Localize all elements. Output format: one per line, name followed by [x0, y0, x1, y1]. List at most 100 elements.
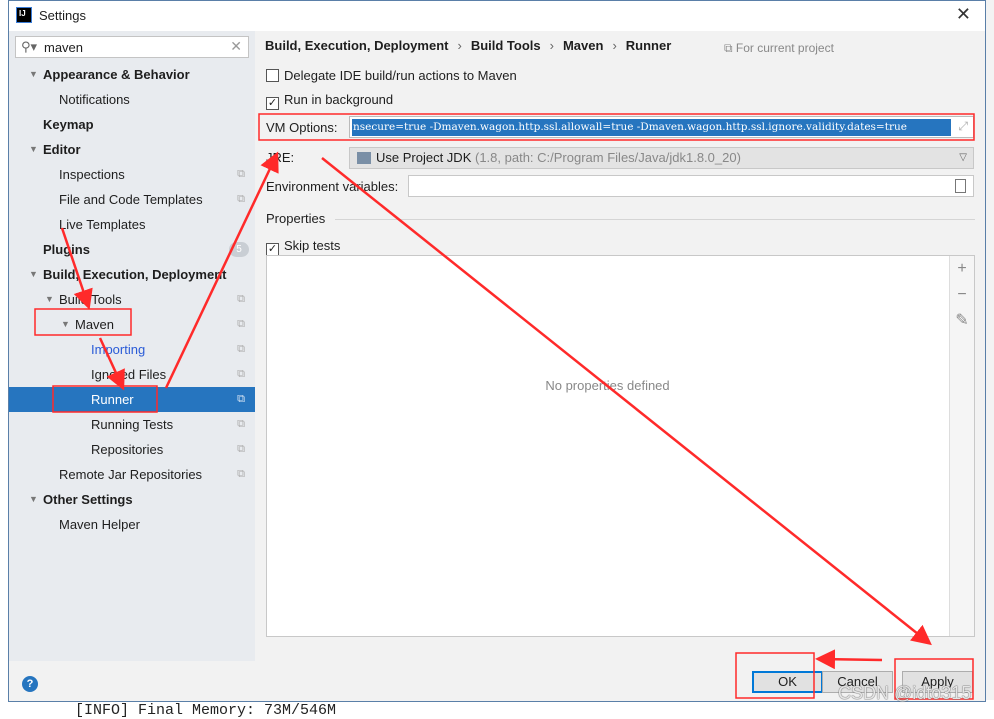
- title-bar: IJ Settings ✕: [9, 1, 985, 31]
- chevron-down-icon[interactable]: ▼: [29, 137, 38, 162]
- tree-item-label: Ignored Files: [91, 367, 167, 382]
- empty-text: No properties defined: [545, 378, 670, 393]
- chevron-down-icon[interactable]: ▼: [29, 262, 38, 287]
- tree-item-label: Remote Jar Repositories: [59, 467, 203, 482]
- edit-list-icon[interactable]: [955, 179, 966, 193]
- tree-item-label: Build Tools: [59, 292, 122, 307]
- tree-item-keymap[interactable]: Keymap: [9, 112, 255, 137]
- vm-options-input[interactable]: nsecure=true -Dmaven.wagon.http.ssl.allo…: [349, 116, 974, 138]
- add-icon[interactable]: +: [950, 256, 974, 282]
- breadcrumb-item: Build Tools: [470, 38, 541, 53]
- copy-icon: ⧉: [237, 368, 245, 380]
- tree-item-label: Runner: [91, 392, 134, 407]
- tree-item-label: Other Settings: [43, 492, 133, 507]
- tree-item-label: Notifications: [59, 92, 130, 107]
- tree-item-importing[interactable]: Importing ⧉: [9, 337, 255, 362]
- tree-item-runner[interactable]: Runner ⧉: [9, 387, 255, 412]
- tree-item-live-templates[interactable]: Live Templates: [9, 212, 255, 237]
- vm-options-value: nsecure=true -Dmaven.wagon.http.ssl.allo…: [352, 119, 951, 136]
- tree-item-notifications[interactable]: Notifications: [9, 87, 255, 112]
- scope-label: ⧉ For current project: [724, 41, 834, 55]
- tree-item-other-settings[interactable]: ▼ Other Settings: [9, 487, 255, 512]
- run-in-background-checkbox[interactable]: ✓ Run in background: [266, 92, 393, 110]
- tree-item-running-tests[interactable]: Running Tests ⧉: [9, 412, 255, 437]
- chevron-down-icon: ▽: [959, 152, 967, 163]
- tree-item-repositories[interactable]: Repositories ⧉: [9, 437, 255, 462]
- tree-item-remote-jar-repositories[interactable]: Remote Jar Repositories ⧉: [9, 462, 255, 487]
- tree-item-label: Plugins: [43, 242, 90, 257]
- copy-icon: ⧉: [237, 393, 245, 405]
- chevron-down-icon[interactable]: ▼: [29, 62, 38, 87]
- tree-item-plugins[interactable]: Plugins 5: [9, 237, 255, 262]
- tree-item-ignored-files[interactable]: Ignored Files ⧉: [9, 362, 255, 387]
- tree-item-build-tools[interactable]: ▼ Build Tools ⧉: [9, 287, 255, 312]
- tree-item-label: Editor: [43, 142, 81, 157]
- folder-icon: [357, 152, 371, 164]
- background-window: [986, 0, 994, 710]
- checkbox-icon: ✓: [266, 97, 279, 110]
- chevron-down-icon[interactable]: ▼: [29, 487, 38, 512]
- tree-item-inspections[interactable]: Inspections ⧉: [9, 162, 255, 187]
- settings-search-input[interactable]: ⚲▾ maven ✕: [15, 36, 249, 58]
- help-button[interactable]: ?: [22, 676, 38, 692]
- breadcrumb-item: Runner: [625, 38, 672, 53]
- properties-toolbar: + − ✎: [949, 256, 974, 636]
- breadcrumb-item: Build, Execution, Deployment: [265, 38, 449, 53]
- chevron-down-icon[interactable]: ▼: [45, 287, 54, 312]
- remove-icon[interactable]: −: [950, 282, 974, 308]
- tree-item-file-and-code-templates[interactable]: File and Code Templates ⧉: [9, 187, 255, 212]
- copy-icon: ⧉: [724, 41, 736, 55]
- tree-item-label: Repositories: [91, 442, 164, 457]
- tree-item-maven[interactable]: ▼ Maven ⧉: [9, 312, 255, 337]
- tree-item-label: File and Code Templates: [59, 192, 203, 207]
- breadcrumb: Build, Execution, Deployment › Build Tools…: [265, 38, 672, 53]
- tree-item-label: Running Tests: [91, 417, 174, 432]
- copy-icon: ⧉: [237, 418, 245, 430]
- env-vars-input[interactable]: [408, 175, 974, 197]
- copy-icon: ⧉: [237, 443, 245, 455]
- vm-options-label: VM Options:: [266, 120, 338, 135]
- env-vars-label: Environment variables:: [266, 179, 399, 194]
- copy-icon: ⧉: [237, 293, 245, 305]
- tree-item-label: Appearance & Behavior: [43, 67, 190, 82]
- tree-item-maven-helper[interactable]: Maven Helper: [9, 512, 255, 537]
- search-icon: ⚲▾: [21, 39, 38, 54]
- copy-icon: ⧉: [237, 193, 245, 205]
- tree-item-label: Maven Helper: [59, 517, 140, 532]
- tree-item-label: Importing: [91, 342, 146, 357]
- checkbox-icon: [266, 69, 279, 82]
- clear-search-icon[interactable]: ✕: [230, 38, 242, 55]
- intellij-app-icon: IJ: [16, 7, 32, 23]
- ok-button[interactable]: OK: [752, 671, 823, 693]
- divider: [335, 219, 975, 220]
- tree-item-appearance-behavior[interactable]: ▼ Appearance & Behavior: [9, 62, 255, 87]
- runner-settings-panel: Build, Execution, Deployment › Build Tools…: [255, 31, 985, 661]
- chevron-down-icon[interactable]: ▼: [61, 312, 70, 337]
- close-icon[interactable]: ✕: [956, 4, 971, 25]
- tree-item-editor[interactable]: ▼ Editor: [9, 137, 255, 162]
- window-title: Settings: [39, 8, 86, 23]
- edit-icon[interactable]: ✎: [950, 308, 974, 334]
- tree-item-build-execution-deployment[interactable]: ▼ Build, Execution, Deployment: [9, 262, 255, 287]
- properties-title: Properties: [266, 211, 326, 226]
- tree-item-label: Maven: [75, 317, 115, 332]
- breadcrumb-item: Maven: [562, 38, 604, 53]
- copy-icon: ⧉: [237, 343, 245, 355]
- copy-icon: ⧉: [237, 168, 245, 180]
- copy-icon: ⧉: [237, 468, 245, 480]
- console-line: [INFO] Final Memory: 73M/546M: [75, 702, 337, 719]
- copy-icon: ⧉: [237, 318, 245, 330]
- tree-item-label: Keymap: [43, 117, 94, 132]
- settings-sidebar: ⚲▾ maven ✕ ▼ Appearance & Behavior Notific…: [9, 31, 255, 661]
- properties-table[interactable]: No properties defined + − ✎: [266, 255, 975, 637]
- settings-dialog: IJ Settings ✕ ⚲▾ maven ✕ ▼ Appearance & B…: [8, 0, 986, 702]
- updates-badge: 5: [229, 242, 249, 257]
- search-value: maven: [44, 40, 84, 55]
- watermark: CSDN @idto315: [838, 683, 972, 703]
- jre-label: JRE:: [266, 150, 295, 165]
- jre-select[interactable]: Use Project JDK (1.8, path: C:/Program F…: [349, 147, 974, 169]
- skip-tests-checkbox[interactable]: ✓ Skip tests: [266, 238, 340, 256]
- expand-icon[interactable]: ⤢: [958, 119, 968, 134]
- delegate-checkbox[interactable]: Delegate IDE build/run actions to Maven: [266, 68, 517, 83]
- tree-item-label: Inspections: [59, 167, 125, 182]
